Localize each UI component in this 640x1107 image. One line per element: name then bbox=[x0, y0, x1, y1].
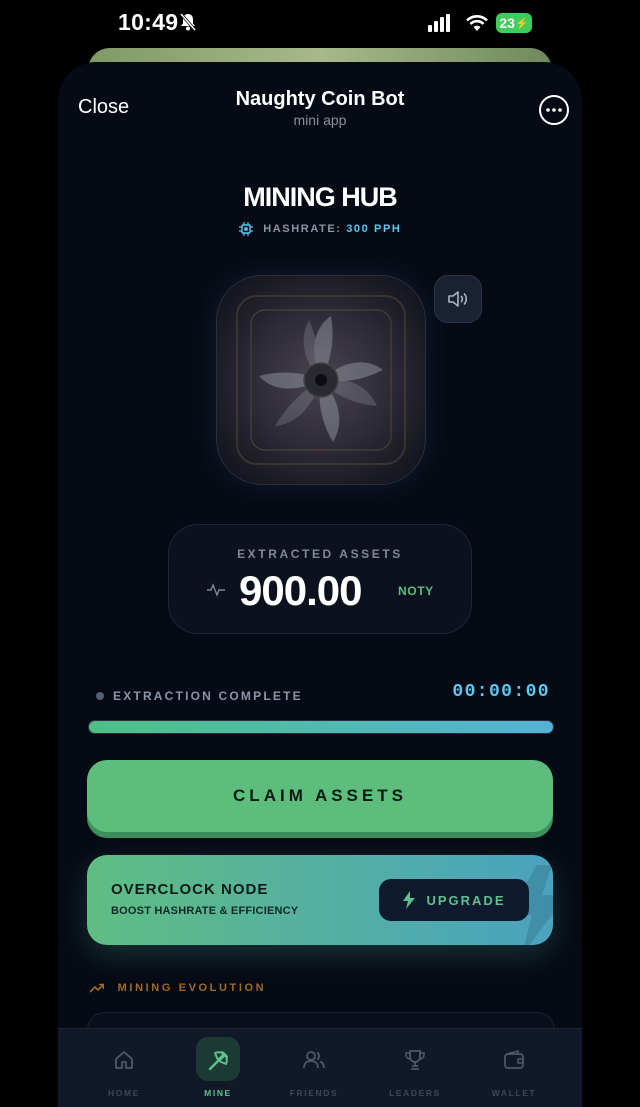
hashrate-readout: HASHRATE: 300 PPH bbox=[58, 222, 582, 236]
claim-assets-button[interactable]: CLAIM ASSETS bbox=[87, 760, 553, 832]
progress-fill bbox=[89, 721, 553, 733]
extraction-status: EXTRACTION COMPLETE bbox=[113, 689, 303, 703]
bolt-icon bbox=[403, 891, 416, 909]
trophy-icon bbox=[405, 1050, 425, 1070]
nav-friends[interactable]: FRIENDS bbox=[274, 1029, 354, 1107]
status-dot bbox=[96, 692, 104, 700]
wallet-icon bbox=[504, 1049, 524, 1069]
hashrate-label: HASHRATE: bbox=[263, 222, 342, 235]
wifi-icon bbox=[466, 15, 488, 31]
battery-indicator: 23 ⚡ bbox=[496, 13, 532, 33]
nav-label: LEADERS bbox=[389, 1088, 441, 1098]
chip-icon bbox=[238, 222, 253, 236]
bell-muted-icon bbox=[179, 13, 197, 31]
friends-icon bbox=[303, 1051, 325, 1069]
nav-label: MINE bbox=[204, 1088, 232, 1098]
overclock-subtitle: BOOST HASHRATE & EFFICIENCY bbox=[111, 905, 299, 917]
signal-icon bbox=[428, 14, 450, 32]
nav-home[interactable]: HOME bbox=[84, 1029, 164, 1107]
speaker-icon bbox=[448, 291, 467, 307]
evolution-label: MINING EVOLUTION bbox=[117, 982, 267, 994]
nav-label: FRIENDS bbox=[289, 1088, 339, 1098]
assets-label: EXTRACTED ASSETS bbox=[237, 547, 403, 561]
more-icon bbox=[546, 108, 562, 112]
nav-mine[interactable]: MINE bbox=[178, 1029, 258, 1107]
activity-icon bbox=[207, 583, 225, 597]
extraction-status-row: EXTRACTION COMPLETE 00:00:00 bbox=[88, 682, 554, 712]
nav-label: HOME bbox=[108, 1088, 140, 1098]
fan-icon bbox=[217, 276, 425, 484]
mining-evolution-heading: MINING EVOLUTION bbox=[89, 982, 267, 994]
upgrade-button[interactable]: UPGRADE bbox=[379, 879, 529, 921]
mini-app-sheet: Close Naughty Coin Bot mini app MINING H… bbox=[58, 62, 582, 1107]
status-time: 10:49 bbox=[118, 9, 179, 35]
overclock-title: OVERCLOCK NODE bbox=[111, 881, 269, 898]
home-icon bbox=[115, 1051, 133, 1069]
nav-label: WALLET bbox=[491, 1088, 537, 1098]
trend-up-icon bbox=[89, 983, 105, 993]
bottom-nav: HOME MINE FRIENDS LEADERS WALLET bbox=[58, 1028, 582, 1107]
extracted-assets-card: EXTRACTED ASSETS 900.00 NOTY bbox=[168, 524, 472, 634]
extraction-progress-bar bbox=[88, 720, 554, 734]
mining-fan-image[interactable] bbox=[216, 275, 426, 485]
assets-unit: NOTY bbox=[398, 584, 434, 598]
upgrade-label: UPGRADE bbox=[426, 892, 506, 908]
overclock-card: OVERCLOCK NODE BOOST HASHRATE & EFFICIEN… bbox=[87, 855, 553, 945]
nav-wallet[interactable]: WALLET bbox=[474, 1029, 554, 1107]
app-subtitle: mini app bbox=[293, 112, 347, 128]
app-title: Naughty Coin Bot bbox=[235, 88, 405, 110]
more-options-button[interactable] bbox=[539, 95, 569, 125]
hashrate-value: 300 PPH bbox=[346, 222, 402, 235]
pickaxe-icon bbox=[208, 1051, 228, 1071]
page-title: MINING HUB bbox=[243, 182, 398, 212]
status-bar: 10:49 23 ⚡ bbox=[0, 0, 640, 50]
nav-leaders[interactable]: LEADERS bbox=[375, 1029, 455, 1107]
sound-toggle-button[interactable] bbox=[434, 275, 482, 323]
extraction-timer: 00:00:00 bbox=[452, 682, 550, 702]
assets-value: 900.00 bbox=[239, 567, 362, 614]
